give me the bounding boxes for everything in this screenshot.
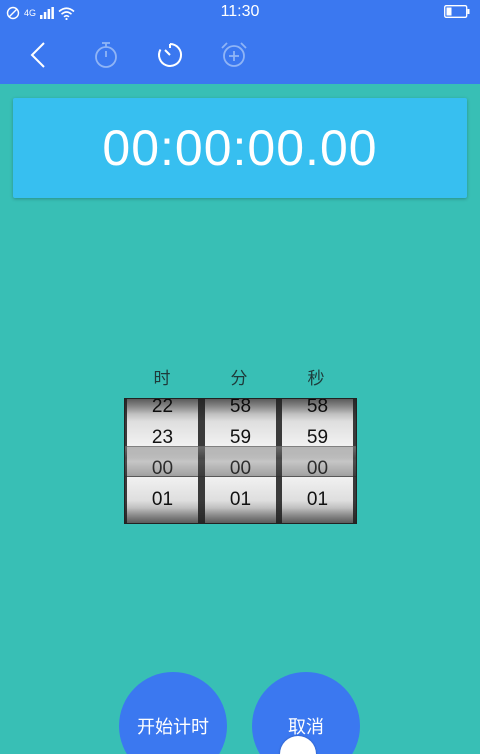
timer-display: 00:00:00.00 (13, 98, 467, 198)
stopwatch-icon (95, 42, 117, 68)
alarm-add-icon (221, 42, 247, 67)
wheel-item-selected[interactable]: 00 (127, 453, 198, 484)
wheel-item[interactable]: 58 (205, 399, 276, 422)
wheel-item[interactable]: 59 (205, 422, 276, 453)
timer-icon (158, 43, 182, 67)
hours-wheel[interactable]: 22 23 00 01 (127, 399, 198, 523)
seconds-header: 秒 (307, 369, 325, 389)
timer-screen: 4G 11:30 00:00:00.00 时 分 秒 22 23 00 01 5… (0, 0, 480, 754)
hours-header: 时 (153, 369, 171, 389)
battery-icon (444, 5, 470, 18)
time-picker: 22 23 00 01 58 59 00 01 58 59 00 01 (124, 398, 357, 524)
wheel-item[interactable]: 01 (127, 484, 198, 515)
minutes-wheel[interactable]: 58 59 00 01 (205, 399, 276, 523)
wheel-item[interactable]: 59 (282, 422, 353, 453)
wheel-item-selected[interactable]: 00 (205, 453, 276, 484)
wheel-item[interactable]: 22 (127, 399, 198, 422)
start-timer-button[interactable]: 开始计时 (119, 672, 227, 754)
wheel-item[interactable]: 01 (205, 484, 276, 515)
minutes-header: 分 (230, 369, 248, 389)
chevron-left-icon (30, 42, 45, 68)
wheel-item[interactable]: 58 (282, 399, 353, 422)
timer-readout: 00:00:00.00 (102, 120, 378, 176)
app-toolbar (0, 26, 480, 84)
seconds-wheel[interactable]: 58 59 00 01 (282, 399, 353, 523)
status-bar: 4G 11:30 (0, 0, 480, 26)
back-button[interactable] (18, 35, 58, 75)
wheel-item-selected[interactable]: 00 (282, 453, 353, 484)
tab-stopwatch[interactable] (86, 35, 126, 75)
status-time: 11:30 (220, 3, 260, 20)
wheel-item[interactable]: 01 (282, 484, 353, 515)
tab-timer[interactable] (150, 35, 190, 75)
wheel-item[interactable]: 23 (127, 422, 198, 453)
tab-alarm[interactable] (214, 35, 254, 75)
